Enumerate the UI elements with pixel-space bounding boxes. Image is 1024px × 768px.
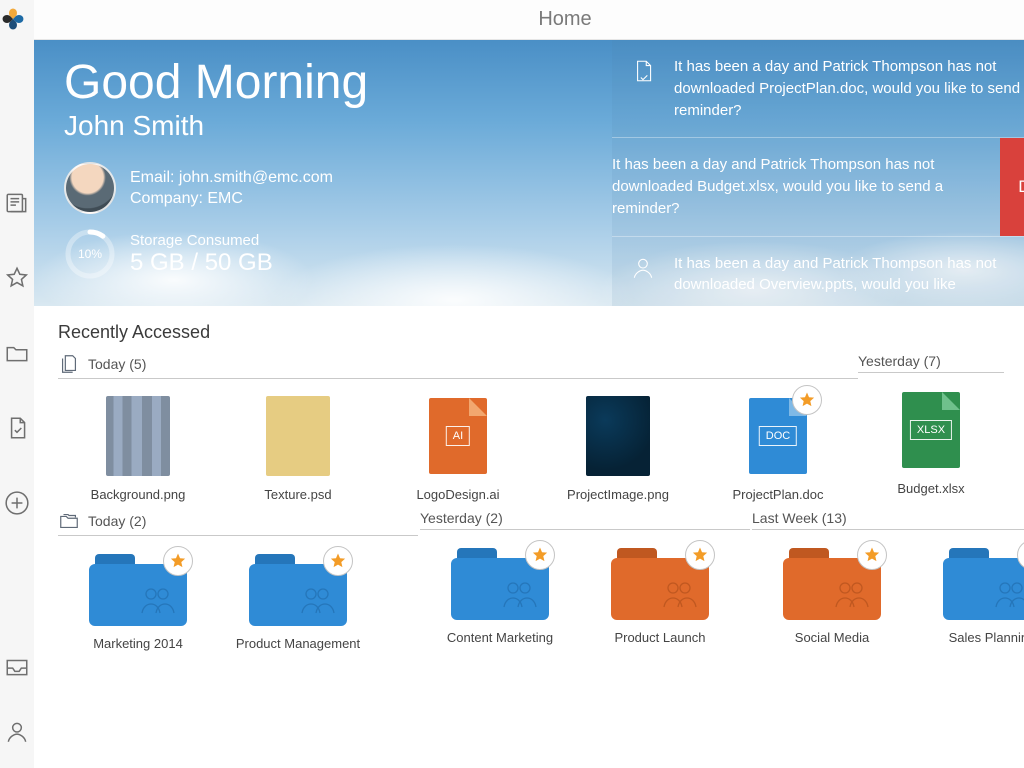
star-icon: [685, 540, 715, 570]
hero: Good Morning John Smith Email: john.smit…: [34, 40, 1024, 306]
user-name: John Smith: [64, 110, 484, 142]
document-icon: [630, 58, 656, 84]
file-label: Budget.xlsx: [897, 481, 964, 496]
folders-icon: [58, 510, 80, 532]
file-item[interactable]: ProjectImage.png: [538, 393, 698, 502]
sidebar: [0, 0, 34, 768]
dismiss-button[interactable]: Dismiss: [1000, 138, 1024, 235]
notification-item[interactable]: It has been a day and Patrick Thompson h…: [612, 40, 1024, 138]
nav-folder-icon[interactable]: [4, 340, 30, 371]
file-item[interactable]: AILogoDesign.ai: [378, 393, 538, 502]
folder-label: Sales Planning: [949, 630, 1024, 645]
file-item[interactable]: Background.png: [58, 393, 218, 502]
folder-label: Content Marketing: [447, 630, 553, 645]
folder-item[interactable]: Content Marketing: [420, 544, 580, 645]
notification-text: It has been a day and Patrick Thompson h…: [674, 56, 1024, 121]
recent-files-row: Today (5) Background.png Texture.psd AILog…: [58, 353, 1024, 502]
star-icon: [323, 546, 353, 576]
folder-item[interactable]: Social Media: [752, 544, 912, 645]
star-icon: [163, 546, 193, 576]
recent-folders-row: Today (2) Marketing 2014 Product Manageme…: [58, 510, 1024, 651]
file-item[interactable]: Texture.psd: [218, 393, 378, 502]
group-header-files-today: Today (5): [58, 353, 858, 379]
folder-label: Marketing 2014: [93, 636, 183, 651]
user-icon: [630, 255, 656, 281]
avatar[interactable]: [64, 162, 116, 214]
folder-item[interactable]: Marketing 2014: [58, 550, 218, 651]
group-header-folders-lastweek: Last Week (13): [752, 510, 1024, 530]
group-header-files-yesterday: Yesterday (7): [858, 353, 1004, 373]
folder-label: Social Media: [795, 630, 869, 645]
storage-label: Storage Consumed: [130, 232, 273, 249]
file-label: ProjectPlan.doc: [732, 487, 823, 502]
folder-item[interactable]: Product Management: [218, 550, 378, 651]
file-label: LogoDesign.ai: [416, 487, 499, 502]
notification-panel: It has been a day and Patrick Thompson h…: [612, 40, 1024, 306]
file-label: Texture.psd: [264, 487, 331, 502]
file-label: Background.png: [91, 487, 186, 502]
nav-favorites-icon[interactable]: [4, 265, 30, 296]
notification-item[interactable]: It has been a day and Patrick Thompson h…: [612, 237, 1024, 307]
star-icon: [792, 385, 822, 415]
nav-document-checkout-icon[interactable]: [4, 415, 30, 446]
nav-add-icon[interactable]: [4, 490, 30, 521]
star-icon: [857, 540, 887, 570]
profile-info: Email: john.smith@emc.com Company: EMC: [130, 167, 333, 210]
folder-label: Product Launch: [614, 630, 705, 645]
folder-item[interactable]: Sales Planning: [912, 544, 1024, 645]
folder-label: Product Management: [236, 636, 360, 651]
documents-icon: [58, 353, 80, 375]
topbar: Home: [34, 0, 1024, 40]
notification-text: It has been a day and Patrick Thompson h…: [612, 154, 1024, 219]
file-item[interactable]: XLSXBudget.xlsx: [858, 387, 1004, 496]
star-icon: [525, 540, 555, 570]
storage-percent: 10%: [64, 228, 116, 280]
user-company: Company: EMC: [130, 188, 333, 210]
nav-inbox-icon[interactable]: [4, 654, 30, 685]
folder-item[interactable]: Product Launch: [580, 544, 740, 645]
storage-gauge: 10%: [64, 228, 116, 280]
notification-item[interactable]: It has been a day and Patrick Thompson h…: [612, 138, 1024, 236]
page-title: Home: [538, 8, 591, 31]
nav-account-icon[interactable]: [4, 719, 30, 750]
storage-value: 5 GB / 50 GB: [130, 249, 273, 277]
section-title: Recently Accessed: [58, 322, 1024, 343]
main: Home Good Morning John Smith Email: john…: [34, 0, 1024, 768]
group-header-folders-yesterday: Yesterday (2): [420, 510, 750, 530]
file-label: ProjectImage.png: [567, 487, 669, 502]
app-logo-icon[interactable]: [0, 6, 34, 40]
group-header-folders-today: Today (2): [58, 510, 418, 536]
nav-news-icon[interactable]: [4, 190, 30, 221]
notification-text: It has been a day and Patrick Thompson h…: [674, 253, 1024, 297]
file-item[interactable]: DOCProjectPlan.doc: [698, 393, 858, 502]
user-email: Email: john.smith@emc.com: [130, 167, 333, 189]
greeting: Good Morning: [64, 58, 484, 108]
body: Recently Accessed Today (5) Background.p…: [34, 306, 1024, 768]
